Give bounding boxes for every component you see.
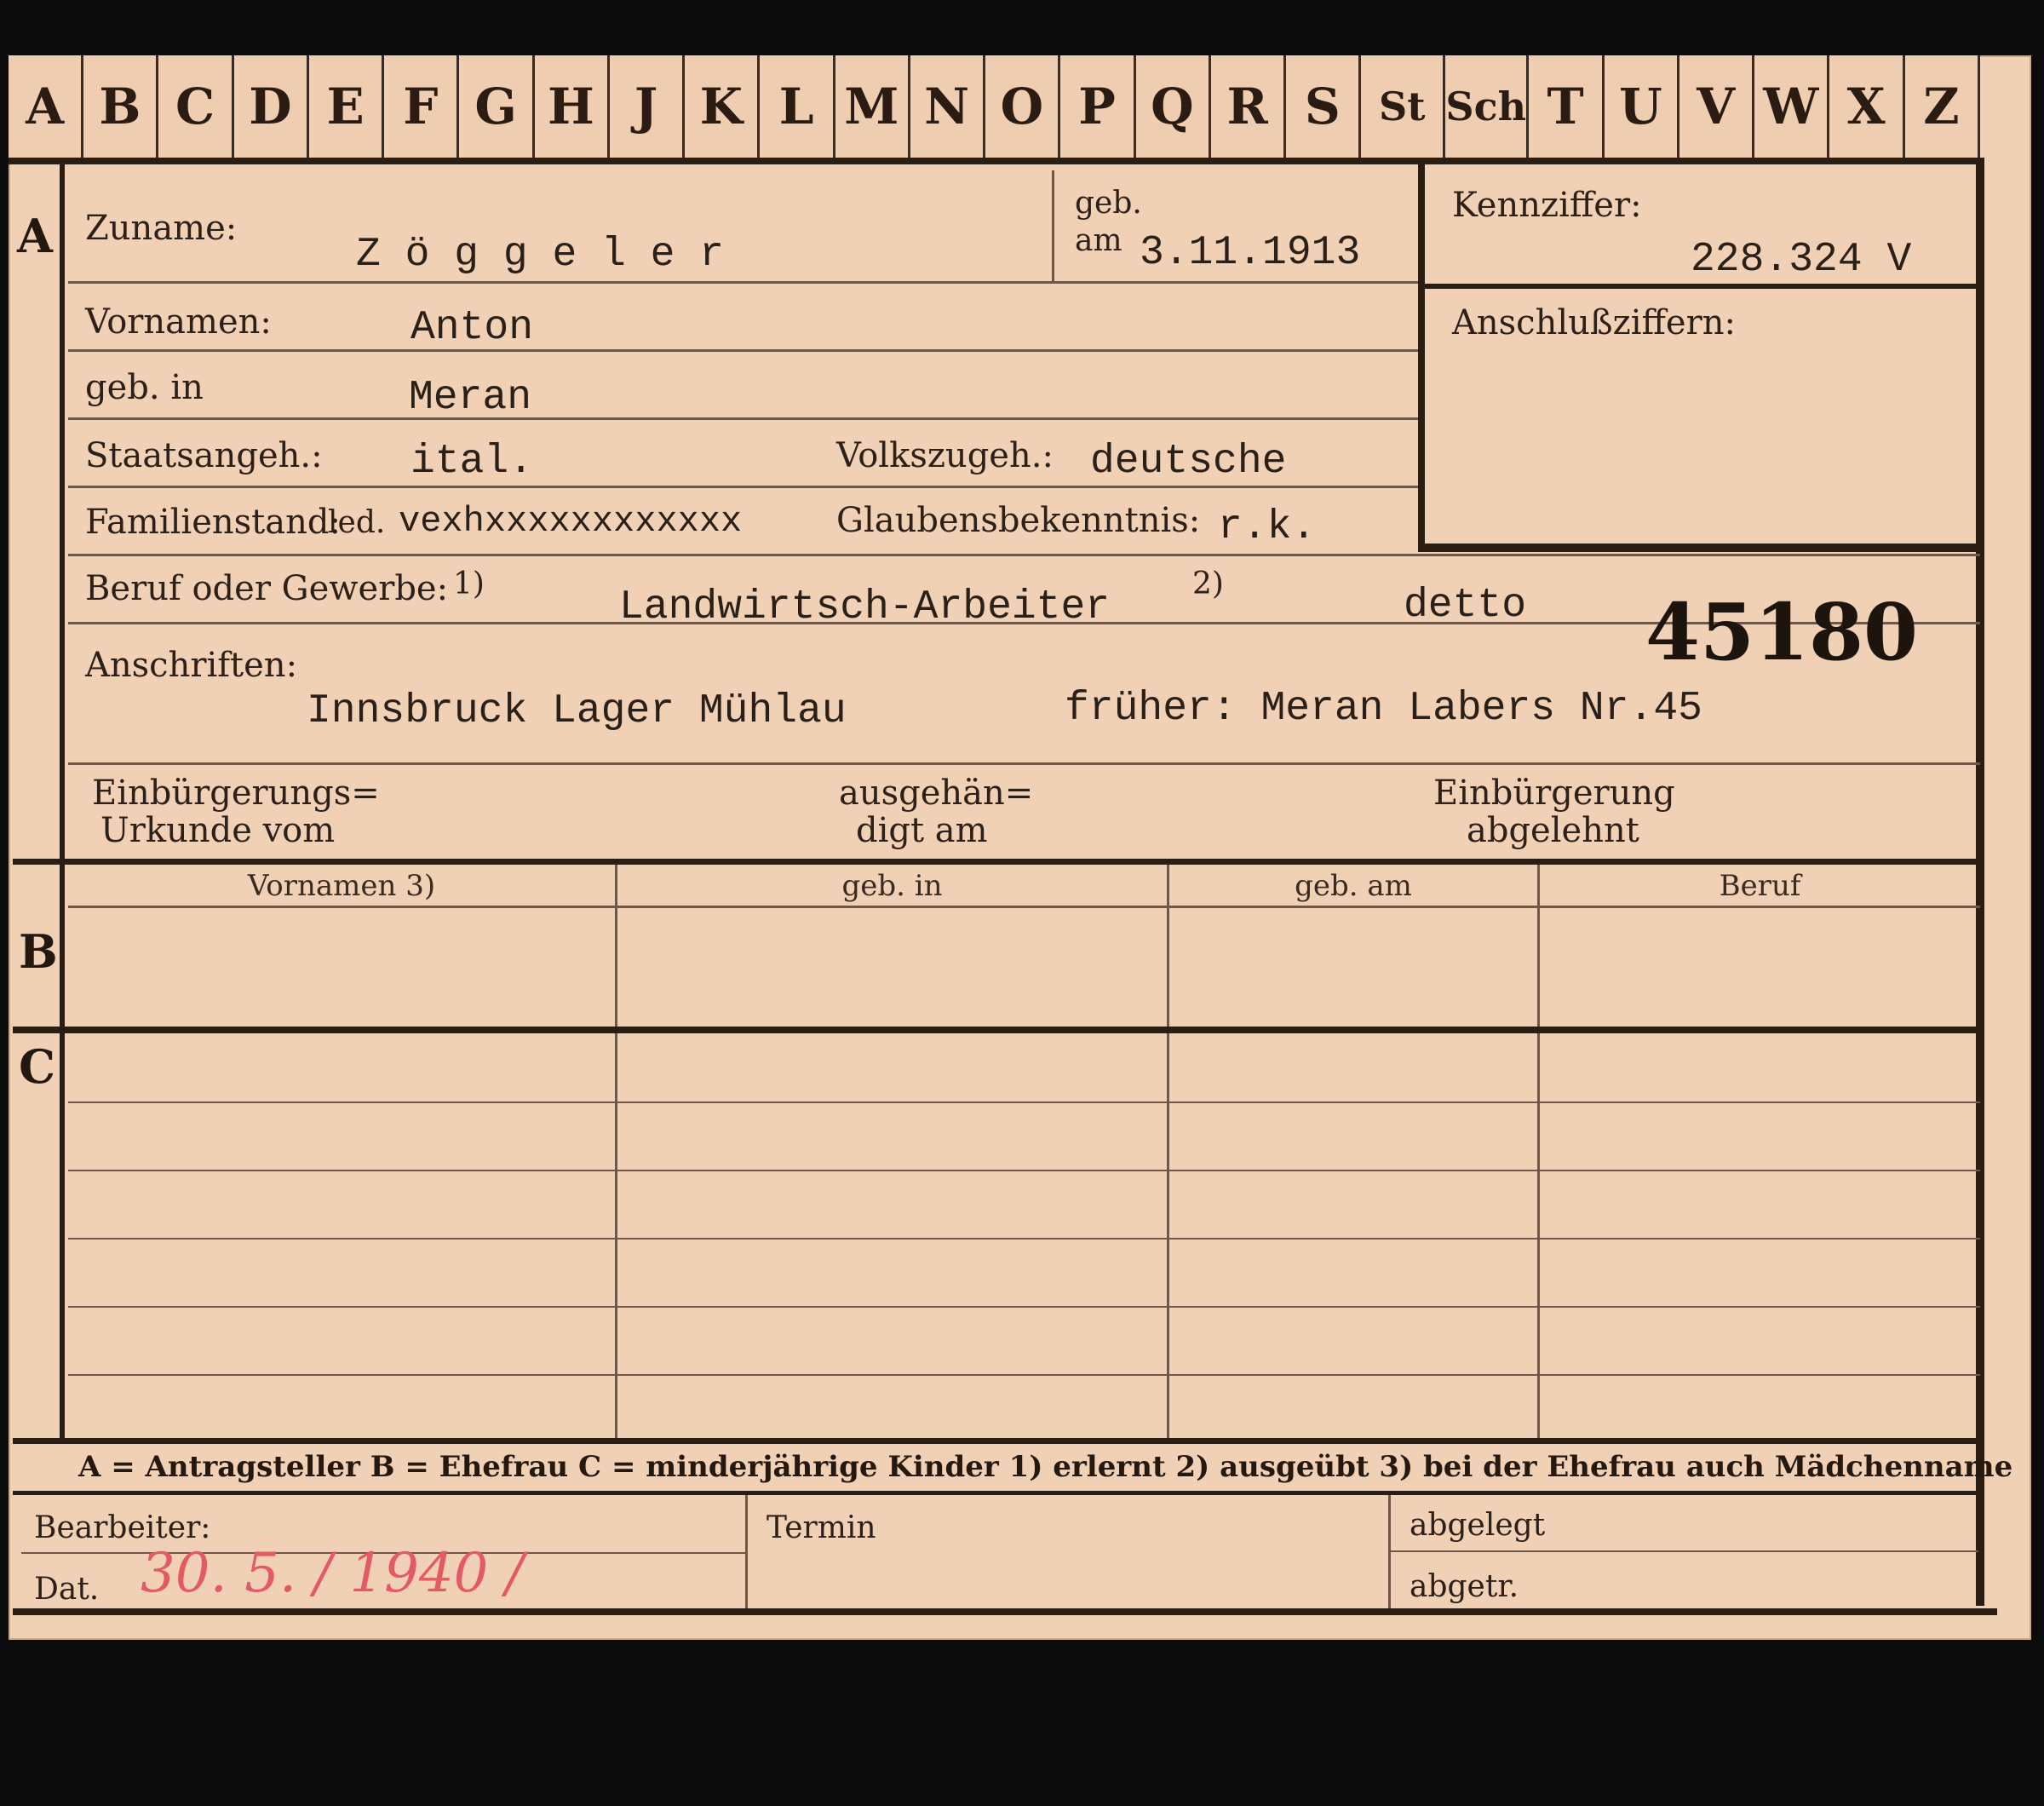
alphabet-tab-q[interactable]: Q	[1136, 55, 1211, 158]
alphabet-tab-z[interactable]: Z	[1905, 55, 1980, 158]
alphabet-tab-e[interactable]: E	[309, 55, 385, 158]
anschrift-value: Innsbruck Lager Mühlau	[307, 688, 847, 734]
alphabet-tab-o[interactable]: O	[985, 55, 1061, 158]
staatsangeh-label: Staatsangeh.:	[85, 436, 323, 475]
table-header-beruf: Beruf	[1719, 869, 1801, 903]
table-header-vornamen: Vornamen 3)	[247, 869, 436, 903]
alphabet-tab-p[interactable]: P	[1060, 55, 1136, 158]
geb-label: geb.	[1075, 186, 1142, 221]
geb-in-value: Meran	[409, 375, 532, 421]
alphabet-tab-s[interactable]: S	[1286, 55, 1362, 158]
vornamen-label: Vornamen:	[85, 302, 272, 342]
abgetr-label: abgetr.	[1410, 1569, 1519, 1604]
geb-am-value: 3.11.1913	[1140, 230, 1361, 276]
alphabet-tab-x[interactable]: X	[1830, 55, 1905, 158]
alphabet-tab-w[interactable]: W	[1754, 55, 1830, 158]
alphabet-index-tabs: A B C D E F G H J K L M N O P Q R S St Sch T U V W X Z	[9, 55, 1980, 158]
alphabet-tab-a[interactable]: A	[9, 55, 84, 158]
beruf-label: Beruf oder Gewerbe:	[85, 569, 449, 608]
alphabet-tab-b[interactable]: B	[83, 55, 159, 158]
alphabet-tab-m[interactable]: M	[835, 55, 910, 158]
staatsangeh-value: ital.	[411, 439, 534, 485]
alphabet-tab-l[interactable]: L	[760, 55, 835, 158]
einbuergerung-abgelehnt-label-1: Einbürgerung	[1433, 774, 1675, 813]
datum-value: 30. 5. / 1940 /	[141, 1542, 525, 1605]
anschlussziffern-label: Anschlußziffern:	[1452, 303, 1736, 342]
glaubens-label: Glaubensbekenntnis:	[836, 501, 1201, 540]
alphabet-tab-t[interactable]: T	[1530, 55, 1605, 158]
alphabet-tab-st[interactable]: St	[1361, 55, 1445, 158]
datum-label: Dat.	[34, 1572, 100, 1607]
ausgehaendigt-label-1: ausgehän=	[839, 774, 1034, 813]
beruf-value-2: detto	[1404, 583, 1527, 629]
alphabet-tab-j[interactable]: J	[610, 55, 686, 158]
legend-text: A = Antragsteller B = Ehefrau C = minder…	[78, 1450, 2013, 1484]
bearbeiter-label: Bearbeiter:	[34, 1510, 211, 1545]
einbuergerungsurkunde-label-2: Urkunde vom	[100, 811, 336, 850]
alphabet-tab-h[interactable]: H	[535, 55, 610, 158]
section-b-marker: B	[19, 924, 58, 979]
kennziffer-value: 228.324 V	[1691, 237, 1912, 283]
alphabet-tab-d[interactable]: D	[234, 55, 309, 158]
alphabet-tab-u[interactable]: U	[1605, 55, 1679, 158]
alphabet-tab-k[interactable]: K	[685, 55, 761, 158]
geb-in-label: geb. in	[85, 368, 204, 407]
section-a-marker: A	[17, 209, 53, 263]
beruf-value: Landwirtsch-Arbeiter	[619, 584, 1111, 630]
anschriften-label: Anschriften:	[85, 646, 298, 685]
volkszugeh-label: Volkszugeh.:	[836, 436, 1054, 475]
am-label: am	[1075, 223, 1122, 258]
alphabet-tab-g[interactable]: G	[459, 55, 535, 158]
glaubens-value: r.k.	[1218, 504, 1317, 550]
table-header-geb-in: geb. in	[841, 869, 943, 903]
zuname-label: Zuname:	[85, 209, 238, 248]
alphabet-tab-n[interactable]: N	[910, 55, 986, 158]
familienstand-struck-text: vexhxxxxxxxxxxxx	[399, 501, 743, 542]
volkszugeh-value: deutsche	[1090, 439, 1287, 485]
ausgehaendigt-label-2: digt am	[856, 811, 988, 850]
section-c-marker: C	[19, 1039, 55, 1094]
beruf-note-2: 2)	[1192, 567, 1224, 601]
vornamen-value: Anton	[411, 305, 534, 351]
alphabet-tab-v[interactable]: V	[1679, 55, 1755, 158]
alphabet-tab-c[interactable]: C	[158, 55, 234, 158]
termin-label: Termin	[766, 1510, 876, 1545]
alphabet-tab-sch[interactable]: Sch	[1445, 55, 1530, 158]
abgelegt-label: abgelegt	[1410, 1508, 1546, 1543]
stamp-number: 45180	[1645, 586, 1919, 678]
kennziffer-label: Kennziffer:	[1452, 186, 1642, 225]
alphabet-tab-f[interactable]: F	[384, 55, 460, 158]
alphabet-tab-r[interactable]: R	[1211, 55, 1287, 158]
familienstand-label: Familienstand:	[85, 503, 341, 542]
einbuergerung-abgelehnt-label-2: abgelehnt	[1467, 811, 1639, 850]
table-header-geb-am: geb. am	[1295, 869, 1412, 903]
einbuergerungsurkunde-label-1: Einbürgerungs=	[92, 774, 380, 813]
zuname-value: Z ö g g e l e r	[356, 232, 725, 278]
beruf-note-1: 1)	[453, 567, 485, 601]
familienstand-value: led.	[328, 505, 386, 540]
frueher-value: früher: Meran Labers Nr.45	[1065, 686, 1702, 732]
